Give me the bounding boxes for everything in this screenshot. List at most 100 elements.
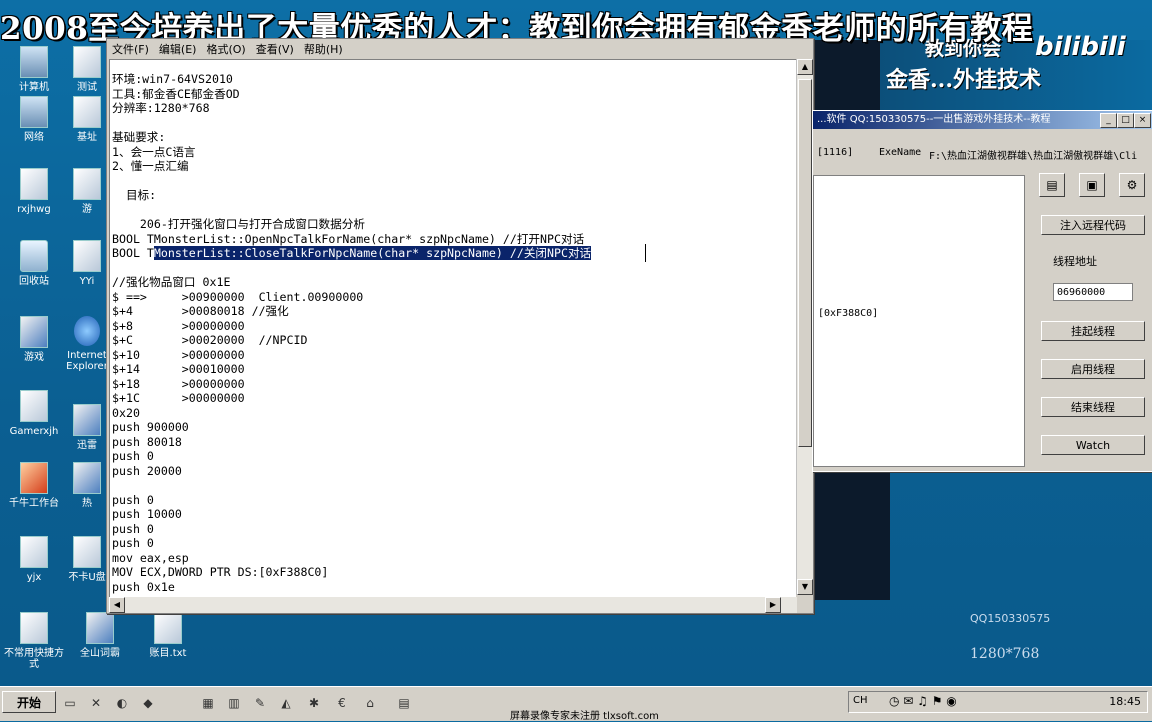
desktop-icon-ledger-txt[interactable]: 账目.txt (140, 612, 196, 659)
desktop-icon-yjx[interactable]: yjx (4, 536, 64, 583)
file-icon (20, 612, 48, 644)
desktop-icon-label: 测试 (77, 82, 97, 93)
desktop-icon-label: yjx (26, 572, 42, 583)
desktop-icon-qianniu[interactable]: 千牛工作台 (4, 462, 64, 509)
text-editor[interactable]: 环境:win7-64VS2010 工具:郁金香CE郁金香OD 分辨率:1280*… (109, 59, 796, 612)
menu-format[interactable]: 格式(O) (201, 39, 250, 59)
menu-help[interactable]: 帮助(H) (299, 39, 348, 59)
shortcut-icon (73, 462, 101, 494)
code-text: //强化物品窗口 0x1E $ ==> >00900000 Client.009… (112, 275, 364, 594)
menu-view[interactable]: 查看(V) (251, 39, 299, 59)
bug-icon[interactable]: ✱ (306, 695, 322, 711)
shortcut-icon (20, 316, 48, 348)
open-folder-icon[interactable]: ▤ (1039, 173, 1065, 197)
desktop-icon-base-address[interactable]: 基址 (62, 96, 112, 143)
desktop-icon-recycle-bin[interactable]: 回收站 (4, 240, 64, 287)
desktop-icon-powerword[interactable]: 全山词霸 (72, 612, 128, 659)
input-method-indicator[interactable]: CH (853, 695, 868, 706)
desktop-icon-label: Gamerxjh (9, 426, 59, 437)
pen-icon[interactable]: ✎ (252, 695, 268, 711)
start-button[interactable]: 开始 (2, 691, 56, 713)
brand-name: 金香...外挂技术 (886, 67, 1041, 93)
desktop-icon-yy[interactable]: YYi (62, 240, 112, 287)
notepad-window[interactable]: 文件(F) 编辑(E) 格式(O) 查看(V) 帮助(H) 环境:win7-64VS20… (106, 38, 814, 614)
resume-thread-button[interactable]: 启用线程 (1041, 359, 1145, 379)
desktop-icon-game2[interactable]: 游 (62, 168, 112, 215)
watermark-qq: QQ150330575 (970, 612, 1051, 625)
list-item[interactable]: [0xF388C0] (818, 308, 878, 319)
desktop-icon-label: 计算机 (19, 82, 49, 93)
desktop-icon[interactable]: ▭ (62, 695, 78, 711)
settings-icon[interactable]: ⚙ (1119, 173, 1145, 197)
taskbar: 开始 ▭ ✕ ◐ ◆ ▦ ▥ ✎ ◭ ✱ € ⌂ ▤ CH ◷ ✉ ♫ ⚑ ◉ … (0, 686, 1152, 722)
desktop-icon-label: 不常用快捷方式 (4, 648, 64, 670)
notepad-icon[interactable]: ▤ (396, 695, 412, 711)
terminate-thread-button[interactable]: 结束线程 (1041, 397, 1145, 417)
desktop-icon-internet-explorer[interactable]: Internet Explorer (62, 316, 112, 372)
desktop-icon-games[interactable]: 游戏 (4, 316, 64, 363)
menu-file[interactable]: 文件(F) (107, 39, 154, 59)
calculator-icon[interactable]: ▥ (226, 695, 242, 711)
minimize-icon[interactable]: _ (1100, 113, 1117, 128)
desktop-icon-rxjhwg[interactable]: rxjhwg (4, 168, 64, 215)
ie-icon (74, 316, 100, 346)
menu-edit[interactable]: 编辑(E) (154, 39, 202, 59)
inject-code-button[interactable]: 注入远程代码 (1041, 215, 1145, 235)
horizontal-scrollbar[interactable]: ◀ ▶ (109, 597, 797, 613)
shortcut-icon (86, 612, 114, 644)
thread-address-input[interactable]: 06960000 (1053, 283, 1133, 301)
computer-icon (20, 46, 48, 78)
address-list[interactable]: [0xF388C0] (813, 175, 1025, 467)
editor-content: 环境:win7-64VS2010 工具:郁金香CE郁金香OD 分辨率:1280*… (110, 60, 796, 594)
watch-button[interactable]: Watch (1041, 435, 1145, 455)
desktop-icon-hot[interactable]: 热 (62, 462, 112, 509)
desktop-icon-usb[interactable]: 不卡U盘 (62, 536, 112, 583)
home-icon[interactable]: ⌂ (362, 695, 378, 711)
selected-text: MonsterList::CloseTalkForNpcName(char* s… (153, 246, 592, 260)
desktop-icon-gamerxjh[interactable]: Gamerxjh (4, 390, 64, 437)
close-icon[interactable]: × (1134, 113, 1151, 128)
scroll-up-icon[interactable]: ▲ (797, 59, 813, 75)
maximize-icon[interactable]: □ (1117, 113, 1134, 128)
mouse-cursor-icon (645, 244, 648, 262)
file-icon (73, 46, 101, 78)
text-file-icon (154, 612, 182, 644)
injector-tool-window[interactable]: ...软件 QQ:150330575--一出售游戏外挂技术--教程 _ □ × … (812, 110, 1152, 472)
scroll-down-icon[interactable]: ▼ (797, 579, 813, 595)
scroll-right-icon[interactable]: ▶ (765, 597, 781, 613)
desktop-icon-label: 迅雷 (77, 440, 97, 451)
file-icon (73, 536, 101, 568)
exe-name-label: ExeName (879, 147, 922, 158)
app-icon[interactable]: ◆ (140, 695, 156, 711)
desktop-icon-label: 游 (82, 204, 92, 215)
scroll-thumb[interactable] (798, 79, 812, 447)
desktop-icon-network[interactable]: 网络 (4, 96, 64, 143)
vertical-scrollbar[interactable]: ▲ ▼ (796, 59, 813, 595)
desktop-icon-test[interactable]: 测试 (62, 46, 112, 93)
scroll-left-icon[interactable]: ◀ (109, 597, 125, 613)
euro-icon[interactable]: € (334, 695, 350, 711)
desktop-icon-thunder[interactable]: 迅雷 (62, 404, 112, 451)
save-icon[interactable]: ▣ (1079, 173, 1105, 197)
desktop-icon-label: YYi (79, 276, 95, 287)
desktop-icon-computer[interactable]: 计算机 (4, 46, 64, 93)
desktop-icon-label: 回收站 (19, 276, 49, 287)
desktop-icon-shortcuts[interactable]: 不常用快捷方式 (4, 612, 64, 670)
suspend-thread-button[interactable]: 挂起线程 (1041, 321, 1145, 341)
chart-icon[interactable]: ◭ (278, 695, 294, 711)
tools-icon[interactable]: ✕ (88, 695, 104, 711)
clock[interactable]: 18:45 (1109, 695, 1141, 708)
browser-icon[interactable]: ◐ (114, 695, 130, 711)
file-icon (73, 240, 101, 272)
recycle-bin-icon (20, 240, 48, 272)
exe-path: F:\热血江湖傲视群雄\热血江湖傲视群雄\Cli (929, 151, 1138, 162)
file-icon (20, 168, 48, 200)
desktop-icon-label: 千牛工作台 (9, 498, 59, 509)
menu-bar: 文件(F) 编辑(E) 格式(O) 查看(V) 帮助(H) (107, 39, 813, 57)
process-id: [1116] (817, 147, 854, 158)
shortcut-icon (73, 404, 101, 436)
desktop-icon-label: 网络 (24, 132, 44, 143)
editor-icon[interactable]: ▦ (200, 695, 216, 711)
file-icon (20, 390, 48, 422)
desktop-icon-label: 基址 (77, 132, 97, 143)
